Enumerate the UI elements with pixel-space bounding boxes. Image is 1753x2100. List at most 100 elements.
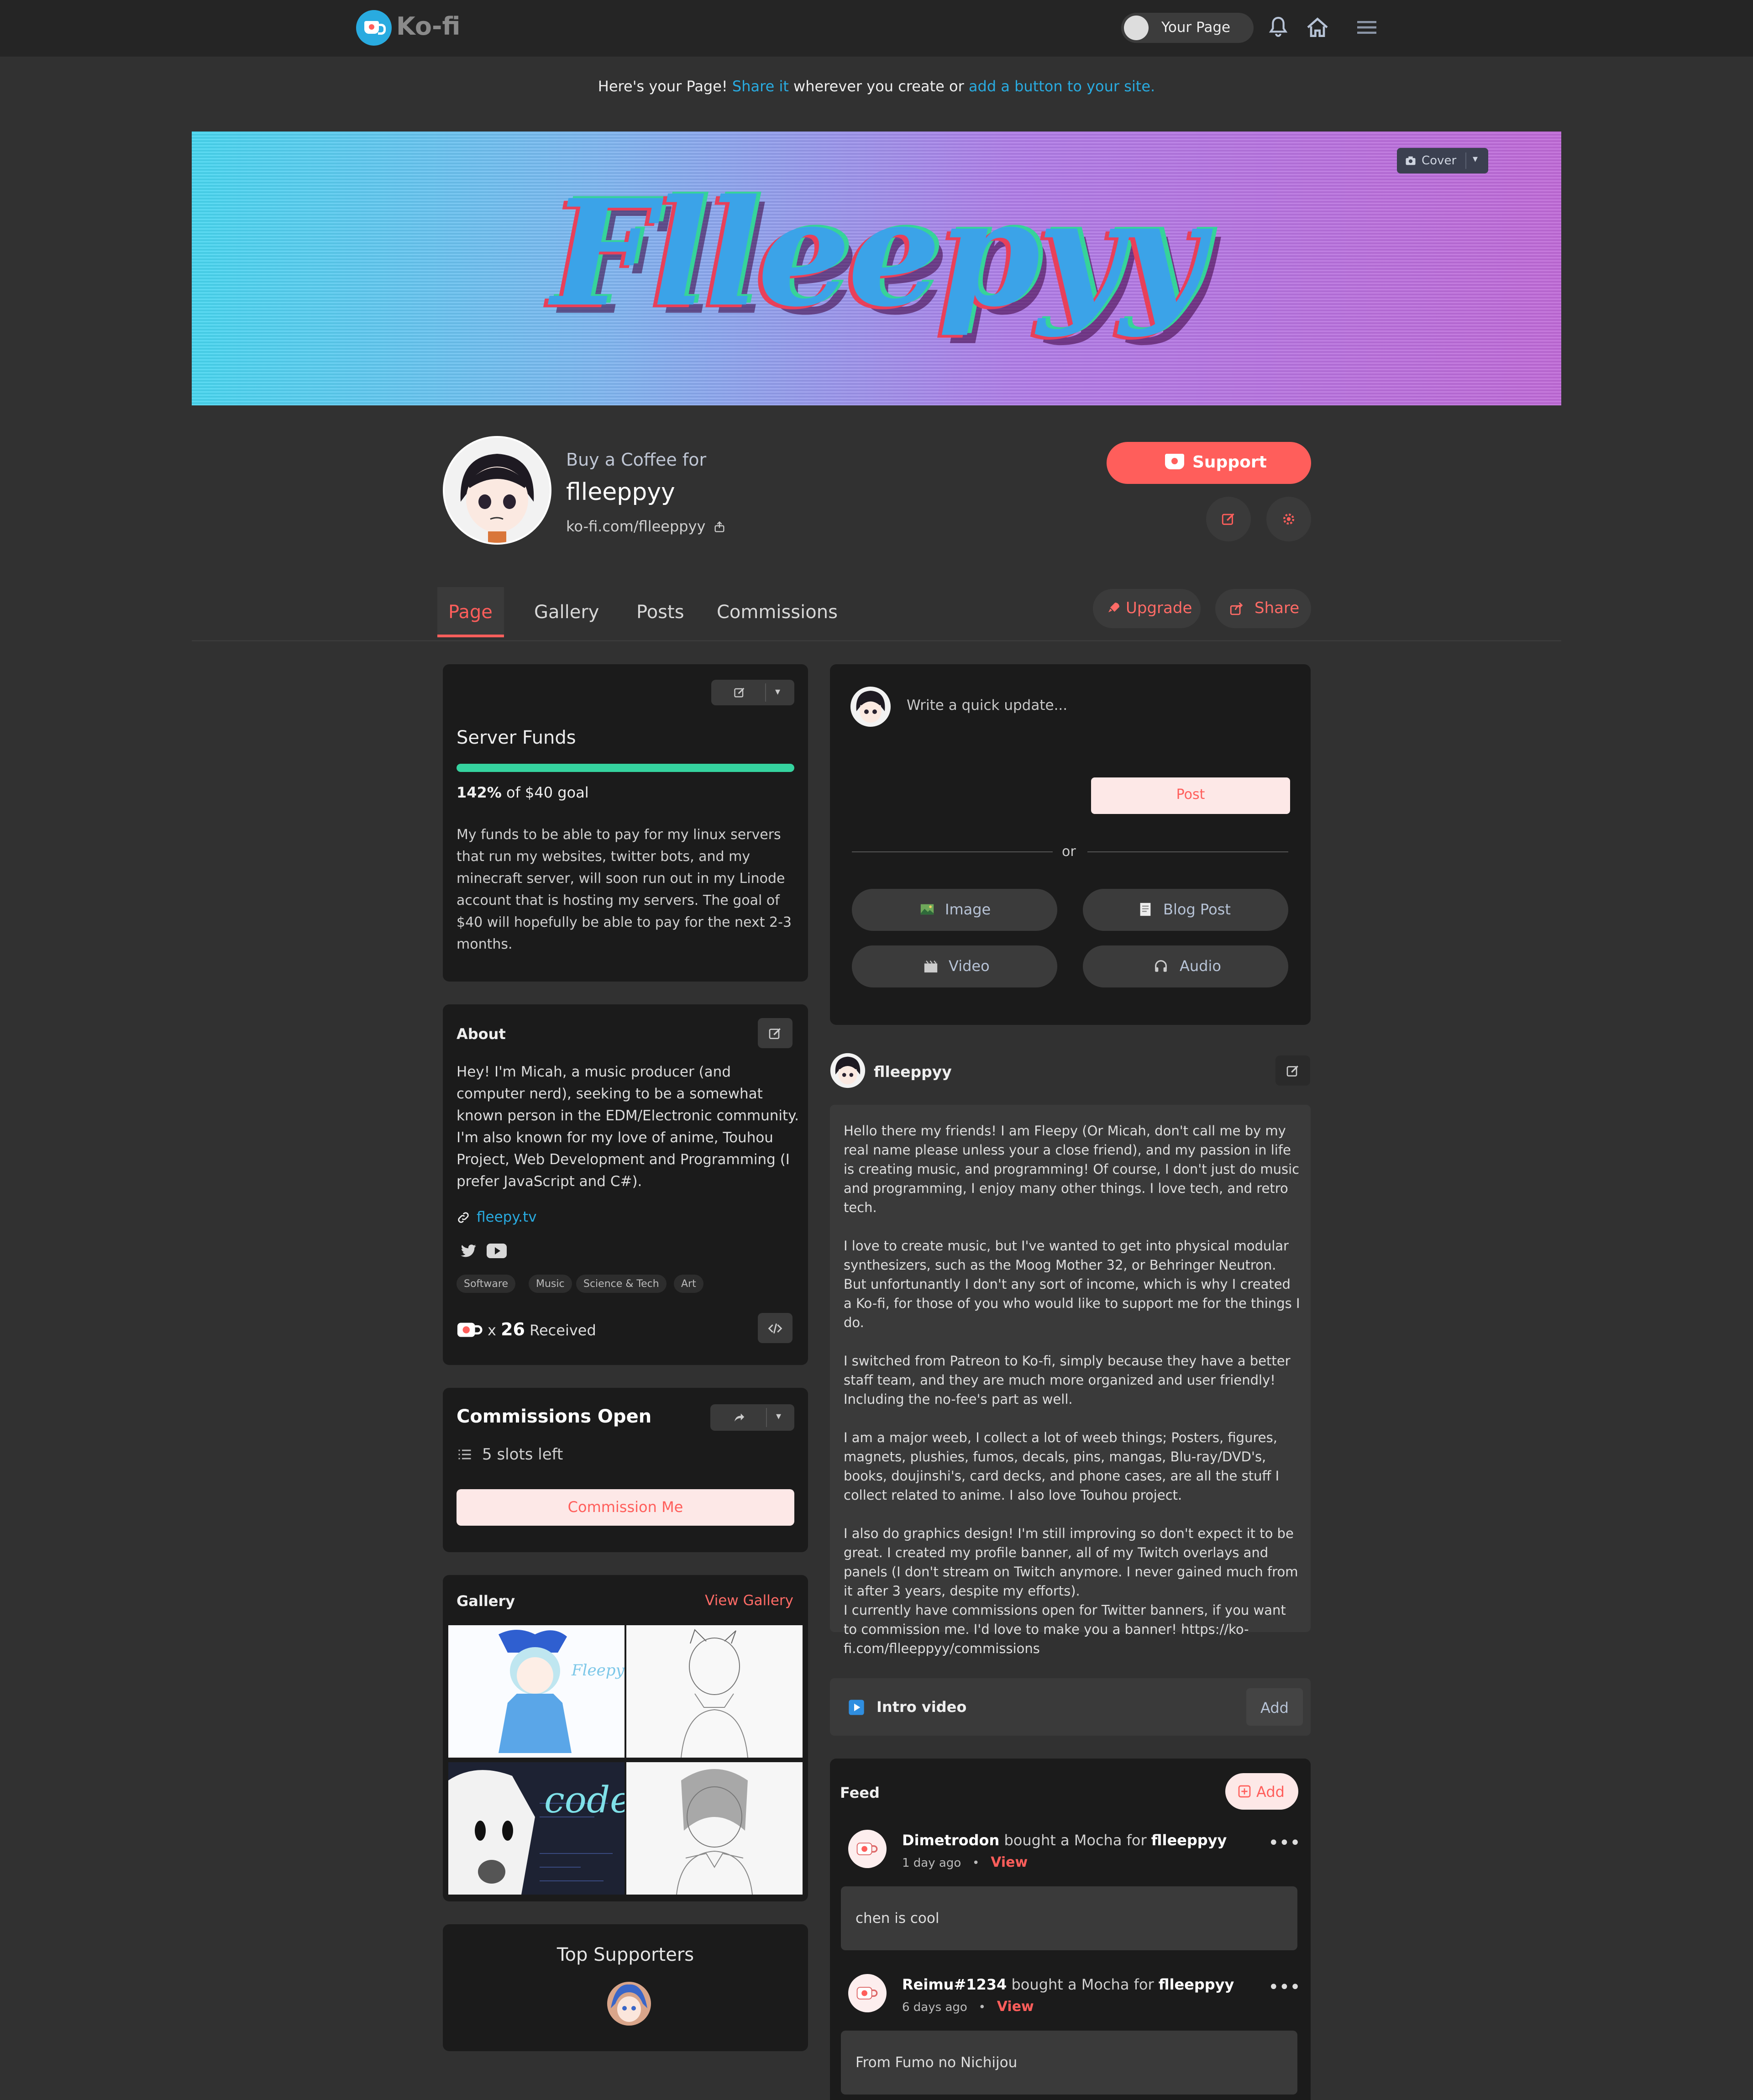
goal-edit-dropdown[interactable]: ▾ (711, 680, 794, 705)
gear-icon (1283, 513, 1295, 525)
anime-avatar-image (445, 438, 550, 543)
kofi-cup-icon (1165, 454, 1184, 469)
add-video-button[interactable]: Video (852, 945, 1057, 987)
tag-software[interactable]: Software (457, 1275, 515, 1293)
add-intro-video-button[interactable]: Add (1246, 1688, 1303, 1726)
feed-time: 6 days ago (902, 2000, 967, 2014)
post-button[interactable]: Post (1091, 777, 1290, 814)
embed-code-button[interactable] (758, 1313, 793, 1343)
buy-coffee-label: Buy a Coffee for (566, 450, 707, 470)
bell-icon[interactable] (1265, 15, 1291, 40)
support-button[interactable]: Support (1107, 442, 1311, 484)
cover-button[interactable]: Cover ▾ (1397, 148, 1488, 173)
home-icon[interactable] (1305, 15, 1330, 40)
post-paragraph: Hello there my friends! I am Fleepy (Or … (844, 1123, 1300, 1215)
feed-item-meta: 6 days ago • View (902, 1999, 1034, 2015)
edit-profile-button[interactable] (1206, 497, 1251, 541)
add-blog-post-button[interactable]: Blog Post (1083, 889, 1288, 931)
tag-music[interactable]: Music (529, 1275, 572, 1293)
view-gallery-link[interactable]: View Gallery (705, 1592, 793, 1609)
tag-music-label: Music (536, 1278, 565, 1290)
gallery-image[interactable]: Fleepy (448, 1625, 625, 1758)
tag-science-tech[interactable]: Science & Tech (576, 1275, 667, 1293)
tab-page-label: Page (448, 602, 493, 623)
twitter-icon[interactable] (458, 1242, 478, 1260)
profile-avatar[interactable] (443, 436, 551, 545)
about-edit-button[interactable] (758, 1018, 793, 1048)
share-link-icon[interactable] (713, 520, 726, 533)
commission-me-button[interactable]: Commission Me (457, 1489, 794, 1526)
add-intro-video-label: Add (1260, 1699, 1289, 1717)
your-page-button[interactable]: Your Page (1121, 13, 1254, 43)
goal-of: of $40 goal (506, 784, 589, 801)
brand-name[interactable]: Ko-fi (396, 12, 460, 41)
author-name[interactable]: flleeppyy (874, 1063, 952, 1081)
intro-video-label: Intro video (876, 1698, 967, 1716)
tag-art[interactable]: Art (674, 1275, 703, 1293)
svg-text:code: code (544, 1779, 625, 1821)
gallery-image-art (626, 1762, 803, 1895)
website-link[interactable]: fleepy.tv (457, 1209, 537, 1225)
feed-view-link[interactable]: View (997, 1999, 1034, 2015)
add-button-link[interactable]: add a button to your site. (969, 78, 1155, 95)
share-link[interactable]: Share it (732, 78, 789, 95)
supporter-name[interactable]: Dimetrodon (902, 1832, 999, 1849)
menu-icon[interactable] (1354, 15, 1380, 40)
edit-icon (1222, 513, 1234, 525)
upgrade-button[interactable]: Upgrade (1093, 589, 1201, 628)
link-icon (458, 1212, 469, 1223)
received-count: x 26 Received (457, 1319, 596, 1339)
supporter-name[interactable]: Reimu#1234 (902, 1976, 1007, 1993)
chevron-down-icon[interactable]: ▾ (1473, 153, 1478, 165)
author-avatar[interactable] (830, 1053, 866, 1088)
your-page-label: Your Page (1161, 19, 1231, 36)
gallery-image-art: Fleepy (448, 1625, 625, 1758)
intro-video-bar: Intro video Add (830, 1678, 1311, 1736)
image-label: Image (945, 901, 991, 918)
post-paragraph: I am a major weeb, I collect a lot of we… (844, 1430, 1280, 1503)
share-icon (1230, 602, 1243, 615)
supporter-avatar[interactable] (606, 1981, 652, 2026)
kofi-logo-icon[interactable] (356, 10, 392, 46)
quick-update-input[interactable]: Write a quick update... (907, 697, 1067, 714)
tab-commissions[interactable]: Commissions (717, 602, 838, 623)
audio-label: Audio (1180, 957, 1221, 975)
feed-target[interactable]: flleeppyy (1151, 1832, 1227, 1849)
settings-button[interactable] (1266, 497, 1311, 541)
share-label: Share (1254, 599, 1300, 617)
profile-url[interactable]: ko-fi.com/flleeppyy (566, 518, 726, 535)
share-button[interactable]: Share (1215, 589, 1311, 628)
gallery-image[interactable] (626, 1762, 803, 1895)
kofi-cup-avatar[interactable] (848, 1830, 887, 1868)
more-options-icon[interactable]: ••• (1268, 1832, 1301, 1853)
gallery-image[interactable]: code (448, 1762, 625, 1895)
youtube-icon[interactable] (486, 1243, 508, 1259)
feed-title: Feed (840, 1784, 880, 1801)
edit-post-button[interactable] (1275, 1055, 1310, 1086)
tab-gallery[interactable]: Gallery (534, 602, 599, 623)
more-options-icon[interactable]: ••• (1268, 1977, 1301, 1998)
website-link-text: fleepy.tv (477, 1209, 537, 1225)
top-supporters-card: Top Supporters (443, 1924, 808, 2051)
add-image-button[interactable]: Image (852, 889, 1057, 931)
add-audio-button[interactable]: Audio (1083, 945, 1288, 987)
received-number: 26 (501, 1319, 525, 1339)
support-label: Support (1192, 453, 1267, 472)
cover-banner: Flleepyy Cover ▾ (192, 131, 1561, 405)
goal-title: Server Funds (457, 727, 576, 748)
feed-view-link[interactable]: View (991, 1854, 1028, 1870)
commissions-share-dropdown[interactable]: ▾ (710, 1404, 794, 1431)
tab-page[interactable]: Page (437, 587, 504, 637)
share-notice: Here's your Page! Share it wherever you … (0, 78, 1753, 95)
feed-add-button[interactable]: Add (1225, 1773, 1298, 1810)
kofi-cup-avatar[interactable] (848, 1974, 887, 2012)
post-label: Post (1176, 787, 1205, 803)
or-divider-label: or (1062, 844, 1076, 860)
gallery-image[interactable] (626, 1625, 803, 1758)
tab-divider (192, 640, 1561, 641)
feed-target[interactable]: flleeppyy (1159, 1976, 1234, 1993)
received-label: Received (530, 1322, 596, 1339)
kofi-cup-icon (856, 1987, 878, 2000)
forward-icon (735, 1413, 745, 1422)
tab-posts[interactable]: Posts (636, 602, 684, 623)
